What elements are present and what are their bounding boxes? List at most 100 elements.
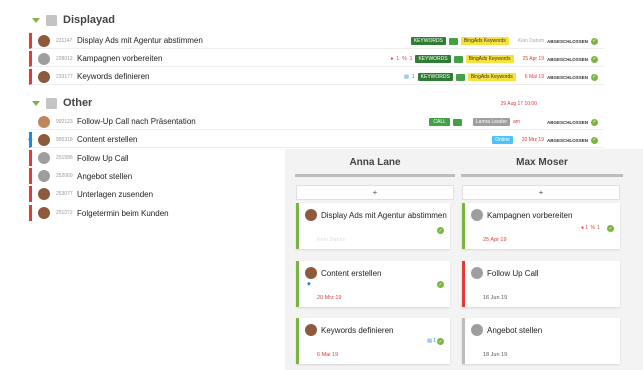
task-card[interactable]: Display Ads mit Agentur abstimmen ✓ Kein… xyxy=(296,203,450,249)
status-badge: ABGESCHLOSSEN xyxy=(546,119,588,125)
section-color-icon xyxy=(46,97,57,109)
check-icon[interactable]: ✓ xyxy=(607,225,614,232)
green-tag xyxy=(453,55,463,63)
avatar xyxy=(38,170,50,182)
flame-icon: ● xyxy=(580,225,584,231)
task-row[interactable]: 251072 Folgetermin beim Kunden xyxy=(29,205,279,221)
task-name[interactable]: Follow-Up Call nach Präsentation xyxy=(77,117,196,126)
status-badge: ABGESCHLOSSEN xyxy=(546,38,588,44)
call-tag: CALL xyxy=(429,118,450,126)
task-number: 252069 xyxy=(56,173,73,179)
percent-icon: % xyxy=(402,56,407,62)
percent-count: 1 xyxy=(597,225,600,231)
task-name[interactable]: Angebot stellen xyxy=(77,172,132,181)
card-title: Angebot stellen xyxy=(487,325,543,335)
task-name[interactable]: Kampagnen vorbereiten xyxy=(77,54,162,63)
due-date: 25 Apr 19 xyxy=(522,56,544,62)
task-row[interactable]: 992123 Follow-Up Call nach Präsentation … xyxy=(29,101,604,130)
task-name[interactable]: Display Ads mit Agentur abstimmen xyxy=(77,36,203,45)
task-card[interactable]: Kampagnen vorbereiten ● 1 % 1 ✓ 25 Apr 1… xyxy=(462,203,620,249)
avatar xyxy=(38,152,50,164)
task-name[interactable]: Keywords definieren xyxy=(77,72,149,81)
chevron-down-icon[interactable] xyxy=(32,17,40,23)
task-row[interactable]: 253077 Unterlagen zusenden xyxy=(29,186,279,202)
due-date: 20 Mrz 19 xyxy=(521,137,544,143)
column-header-max-moser: Max Moser xyxy=(461,149,623,177)
task-name[interactable]: Follow Up Call xyxy=(77,154,129,163)
card-title: Keywords definieren xyxy=(321,325,394,335)
hot-count: 1 xyxy=(396,56,400,62)
check-icon[interactable]: ✓ xyxy=(437,338,444,345)
check-icon[interactable]: ✓ xyxy=(437,281,444,288)
green-tag xyxy=(452,118,462,126)
bingads-tag: BingAds Keywords xyxy=(460,37,509,45)
list-icon: ▤ xyxy=(427,338,432,344)
keywords-tag: KEYWORDS xyxy=(415,55,451,63)
keywords-tag: KEYWORDS xyxy=(417,73,453,81)
check-icon[interactable]: ✓ xyxy=(591,55,598,63)
bingads-tag: BingAds Keywords xyxy=(465,55,514,63)
card-date: 25 Apr 19 xyxy=(483,237,507,243)
avatar xyxy=(38,115,50,128)
status-badge: ABGESCHLOSSEN xyxy=(546,56,588,62)
online-tag: Online xyxy=(492,136,513,144)
task-row[interactable]: 252069 Angebot stellen xyxy=(29,168,279,184)
avatar xyxy=(305,324,317,336)
task-card[interactable]: Follow Up Call 16 Jun 19 xyxy=(462,261,620,307)
avatar xyxy=(38,34,50,47)
column-header-anna-lane: Anna Lane xyxy=(295,149,455,177)
status-badge: ABGESCHLOSSEN xyxy=(546,137,588,143)
section-title: Displayad xyxy=(63,14,115,26)
list-icon: ▤ xyxy=(404,74,409,80)
avatar xyxy=(305,267,317,279)
avatar xyxy=(38,52,50,65)
card-title: Content erstellen xyxy=(321,268,382,278)
task-row[interactable]: 228012 Kampagnen vorbereiten ● 1 % 1 KEY… xyxy=(29,51,604,67)
task-row[interactable]: 231147 Display Ads mit Agentur abstimmen… xyxy=(29,33,604,49)
task-name[interactable]: Folgetermin beim Kunden xyxy=(77,209,169,218)
check-icon[interactable]: ✓ xyxy=(591,73,598,81)
flame-icon: ● xyxy=(390,56,394,62)
add-card-button[interactable]: + xyxy=(296,185,454,200)
due-date: 6 Mai 19 xyxy=(524,74,544,80)
task-name[interactable]: Content erstellen xyxy=(77,135,137,144)
card-title: Display Ads mit Agentur abstimmen xyxy=(321,210,447,220)
avatar xyxy=(471,324,483,336)
card-date: 18 Jun 19 xyxy=(483,352,508,358)
check-icon[interactable]: ✓ xyxy=(437,227,444,234)
chevron-down-icon[interactable] xyxy=(32,100,40,106)
percent-icon: % xyxy=(590,225,595,231)
avatar xyxy=(38,188,50,200)
card-title: Follow Up Call xyxy=(487,268,539,278)
task-row[interactable]: 233177 Keywords definieren ▤ 1 KEYWORDS … xyxy=(29,69,604,85)
time-suffix: am xyxy=(513,119,520,125)
card-date: 6 Mai 19 xyxy=(317,352,339,358)
task-card[interactable]: Keywords definieren ▤ 1 ✓ 6 Mai 19 xyxy=(296,318,450,364)
task-number: 231147 xyxy=(56,37,73,44)
card-date: 20 Mrz 19 xyxy=(317,295,342,301)
subtask-count: 1 xyxy=(411,74,415,80)
card-title: Kampagnen vorbereiten xyxy=(487,210,573,220)
task-card[interactable]: Angebot stellen 18 Jun 19 xyxy=(462,318,620,364)
section-color-icon xyxy=(46,14,57,26)
kanban-board: Anna Lane Max Moser + + Display Ads mit … xyxy=(285,149,643,370)
check-icon[interactable]: ✓ xyxy=(591,136,598,144)
avatar xyxy=(471,209,483,221)
section-other[interactable]: Other xyxy=(32,97,92,109)
add-card-button[interactable]: + xyxy=(462,185,620,200)
due-date: 29 Aug 17 10:00 xyxy=(500,101,537,107)
task-row[interactable]: 251586 Follow Up Call xyxy=(29,150,279,166)
task-name[interactable]: Unterlagen zusenden xyxy=(77,190,153,199)
status-badge: ABGESCHLOSSEN xyxy=(546,74,588,80)
task-row[interactable]: ◆ 995318 Content erstellen Online 20 Mrz… xyxy=(28,132,604,148)
avatar xyxy=(38,70,50,83)
diamond-icon: ◆ xyxy=(307,281,311,287)
card-date: 16 Jun 19 xyxy=(483,295,508,301)
bingads-tag: BingAds Keywords xyxy=(467,73,516,81)
avatar xyxy=(38,133,50,146)
section-displayad[interactable]: Displayad xyxy=(32,14,115,26)
green-tag xyxy=(455,73,465,81)
check-icon[interactable]: ✓ xyxy=(591,118,598,126)
check-icon[interactable]: ✓ xyxy=(591,37,598,45)
task-card[interactable]: Content erstellen ◆ ✓ 20 Mrz 19 xyxy=(296,261,450,307)
